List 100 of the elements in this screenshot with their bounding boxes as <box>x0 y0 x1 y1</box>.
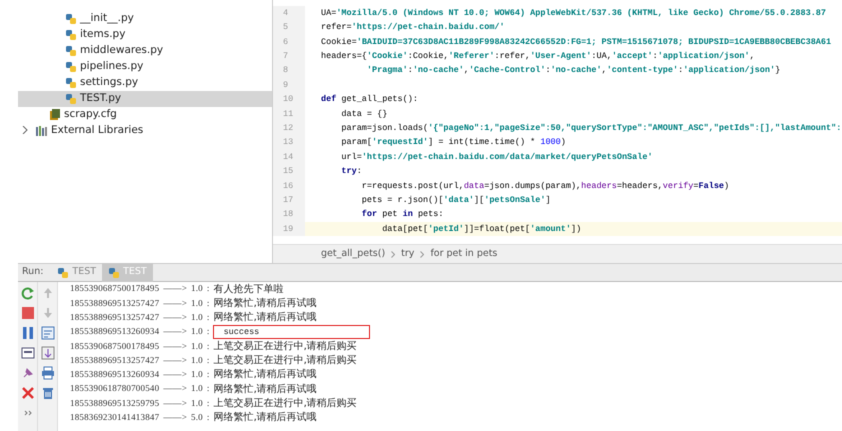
scroll-end-icon[interactable] <box>40 346 54 360</box>
config-file-icon <box>49 109 61 121</box>
tree-item[interactable]: pipelines.py <box>18 59 272 75</box>
line-number: 13 <box>273 136 305 150</box>
line-number: 4 <box>273 6 305 20</box>
code-line: headers={'Cookie':Cookie,'Referer':refer,'User-Agent':UA,'accept':'application/json', <box>320 50 755 63</box>
code-line: 'Pragma':'no-cache','Cache-Control':'no-cache','content-type':'application/json'} <box>366 64 780 78</box>
output-arrow: ——> <box>163 310 187 324</box>
python-icon <box>57 266 70 278</box>
output-amount: 1.0 <box>191 354 203 367</box>
python-file-icon <box>65 77 77 89</box>
code-line: try: <box>340 165 362 178</box>
python-file-icon <box>65 45 77 57</box>
output-amount: 5.0 <box>191 411 203 424</box>
output-arrow: ——> <box>163 368 187 382</box>
pause-icon[interactable] <box>20 326 34 340</box>
output-message: 网络繁忙,请稍后再试哦 <box>214 310 317 326</box>
tree-item[interactable]: middlewares.py <box>18 43 272 59</box>
python-file-icon <box>65 93 77 105</box>
line-number: 6 <box>273 34 305 50</box>
print-icon[interactable] <box>40 366 54 380</box>
code-line: param=json.loads('{"pageNo":1,"pageSize":50,"querySortType":"AMOUNT_ASC","petIds":[],"lastAmount": <box>340 122 842 135</box>
breadcrumb-item[interactable]: get_all_pets() <box>321 246 386 262</box>
breadcrumb-item[interactable]: try <box>401 246 414 262</box>
output-amount: 1.0 <box>191 340 203 353</box>
highlighted-message: success <box>214 326 370 338</box>
code-line: def get_all_pets(): <box>320 93 418 106</box>
code-line: r=requests.post(url,data=json.dumps(param),headers=headers,verify=False) <box>360 180 730 192</box>
tree-item[interactable]: __init__.py <box>18 11 272 27</box>
code-line: UA='Mozilla/5.0 (Windows NT 10.0; WOW64) AppleWebKit/537.36 (KHTML, like Gecko) Chrome/55.0.2883.87 <box>320 6 826 20</box>
output-colon: : <box>206 310 210 324</box>
output-colon: : <box>206 325 210 338</box>
output-id: 1855388969513260934 <box>70 368 160 382</box>
code-line: Cookie='BAIDUID=37C63D8AC11B289F998A83242C66552D:FG=1; PSTM=1515671078; BIDUPSID=1CA9EBB80CBEBC38A61 <box>320 36 832 48</box>
line-number: 15 <box>273 164 305 179</box>
tree-item[interactable]: items.py <box>18 27 272 43</box>
python-file-icon <box>65 29 77 41</box>
output-message: 网络繁忙,请稍后再试哦 <box>214 296 317 311</box>
output-amount: 1.0 <box>191 296 203 310</box>
output-message: 上笔交易正在进行中,请稍后购买 <box>214 340 357 354</box>
output-amount: 1.0 <box>191 382 203 396</box>
output-id: 1855388969513257427 <box>70 354 160 367</box>
python-file-icon <box>65 61 77 73</box>
line-number: 11 <box>273 106 305 122</box>
output-id: 1855388969513260934 <box>70 325 160 338</box>
layout-icon[interactable] <box>20 346 34 360</box>
chevron-icon <box>420 250 424 258</box>
python-file-icon <box>65 13 77 25</box>
output-amount: 1.0 <box>191 396 203 410</box>
line-number: 14 <box>273 150 305 164</box>
library-icon <box>36 126 48 136</box>
line-number: 9 <box>273 78 305 92</box>
line-number: 18 <box>273 207 305 222</box>
tree-item[interactable]: TEST.py <box>18 91 272 107</box>
python-icon <box>108 266 120 278</box>
output-colon: : <box>206 382 210 396</box>
line-number: 10 <box>273 92 305 107</box>
output-colon: : <box>206 296 210 310</box>
output-arrow: ——> <box>163 382 187 396</box>
output-colon: : <box>206 396 210 410</box>
output-id: 1855390687500178495 <box>70 340 160 353</box>
line-number: 12 <box>273 121 305 136</box>
output-amount: 1.0 <box>191 310 203 324</box>
line-number: 17 <box>273 193 305 208</box>
output-colon: : <box>206 411 210 424</box>
output-message: 网络繁忙,请稍后再试哦 <box>214 410 317 426</box>
close-icon[interactable] <box>20 386 34 400</box>
output-arrow: ——> <box>163 340 187 353</box>
output-id: 1855388969513257427 <box>70 310 160 324</box>
tree-item[interactable]: External Libraries <box>18 123 272 139</box>
output-colon: : <box>206 340 210 353</box>
code-line: refer='https://pet-chain.baidu.com/' <box>320 21 505 34</box>
stop-icon[interactable] <box>20 306 34 320</box>
tree-item[interactable]: scrapy.cfg <box>18 107 272 123</box>
output-amount: 1.0 <box>191 368 203 382</box>
line-number: 16 <box>273 178 305 194</box>
output-amount: 1.0 <box>191 325 203 338</box>
output-message: 上笔交易正在进行中,请稍后购买 <box>214 354 357 368</box>
code-line: pets = r.json()['data']['petsOnSale'] <box>360 194 551 207</box>
output-message: 网络繁忙,请稍后再试哦 <box>214 368 317 382</box>
code-line: for pet in pets: <box>360 208 444 222</box>
output-colon: : <box>206 354 210 367</box>
chevron-icon <box>391 250 396 258</box>
code-line: data = {} <box>340 108 388 120</box>
line-number: 5 <box>273 20 305 35</box>
soft-wrap-icon[interactable] <box>40 326 54 340</box>
output-arrow: ——> <box>163 296 187 310</box>
breadcrumb-item[interactable]: for pet in pets <box>430 246 498 262</box>
line-number: 8 <box>273 64 305 78</box>
code-line: param['requestId'] = int(time.time() * 1000) <box>340 136 566 150</box>
output-arrow: ——> <box>163 354 187 367</box>
output-arrow: ——> <box>163 396 187 410</box>
output-id: 1855390618780700540 <box>70 382 160 396</box>
output-arrow: ——> <box>163 411 187 424</box>
output-message: 网络繁忙,请稍后再试哦 <box>214 382 317 397</box>
output-colon: : <box>206 368 210 382</box>
tree-item[interactable]: settings.py <box>18 75 272 91</box>
output-arrow: ——> <box>163 325 187 338</box>
rerun-icon[interactable] <box>20 286 34 300</box>
trash-icon[interactable] <box>40 386 54 400</box>
